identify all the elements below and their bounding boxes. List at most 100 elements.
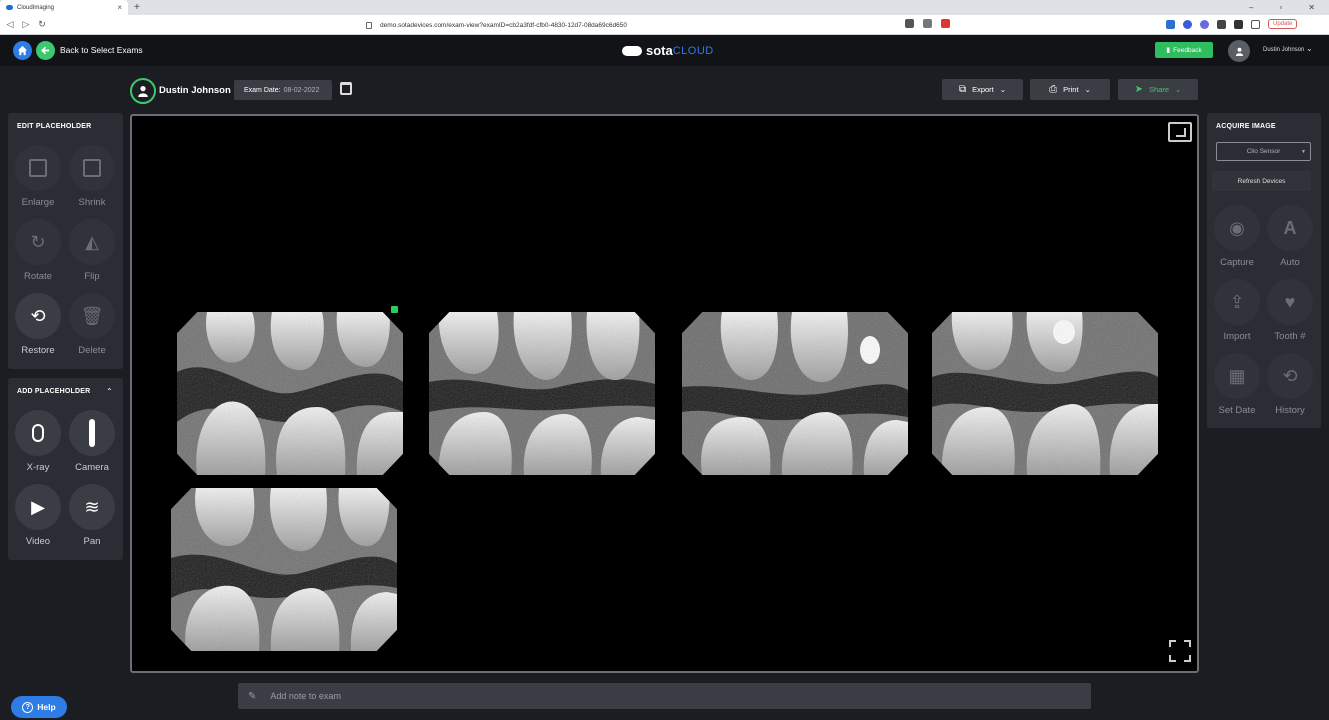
feedback-button[interactable]: ▮ Feedback xyxy=(1155,42,1213,58)
caret-down-icon: ▼ xyxy=(1301,148,1306,155)
import-icon: ⇪ xyxy=(1229,291,1245,312)
xray-button[interactable]: X-ray xyxy=(13,410,63,473)
shrink-button[interactable]: Shrink xyxy=(67,145,117,208)
exam-date-value: 08-02-2022 xyxy=(283,86,320,94)
shrink-label: Shrink xyxy=(78,197,106,208)
chevron-down-icon[interactable]: ⌄ xyxy=(1306,44,1313,53)
restore-button[interactable]: ⟲ Restore xyxy=(13,293,63,356)
app-header: Back to Select Exams sota CLOUD ▮ Feedba… xyxy=(0,35,1329,66)
history-button[interactable]: ⟲ History xyxy=(1265,353,1315,416)
url-text: demo.sotadevices.com/exam-view?examID=cb… xyxy=(380,21,627,29)
browser-back-icon[interactable]: ◁ xyxy=(2,19,18,30)
puzzle-icon[interactable] xyxy=(1234,19,1243,29)
delete-button[interactable]: 🗑 Delete xyxy=(67,293,117,356)
pan-label: Pan xyxy=(83,536,101,547)
auto-icon: A xyxy=(1283,217,1297,238)
tab-close-icon[interactable]: × xyxy=(117,3,122,12)
rotate-label: Rotate xyxy=(24,271,52,282)
new-tab-icon[interactable]: + xyxy=(134,2,140,13)
history-icon: ⟲ xyxy=(1282,365,1298,386)
patient-avatar xyxy=(130,78,156,104)
video-button[interactable]: ▶ Video xyxy=(13,484,63,547)
xray-image-2[interactable] xyxy=(429,312,655,475)
import-button[interactable]: ⇪ Import xyxy=(1212,279,1262,342)
share-label: Share xyxy=(1149,85,1170,94)
rotate-button[interactable]: ↻ Rotate xyxy=(13,219,63,282)
window-close-icon[interactable]: ✕ xyxy=(1308,3,1315,12)
minimize-icon[interactable]: – xyxy=(1249,3,1253,12)
send-icon: ➤ xyxy=(1134,84,1144,95)
question-icon: ? xyxy=(22,701,34,713)
xray-image-3[interactable] xyxy=(682,312,908,475)
xray-image-4[interactable] xyxy=(932,312,1158,475)
export-button[interactable]: ⧉ Export ⌄ xyxy=(942,79,1023,100)
selected-indicator xyxy=(391,306,398,313)
browser-address-bar: ◁ ▷ ↻ demo.sotadevices.com/exam-view?exa… xyxy=(0,15,1329,35)
xray-image-5[interactable] xyxy=(171,488,397,651)
fit-to-screen-icon[interactable] xyxy=(1168,122,1192,142)
add-placeholder-panel: ADD PLACEHOLDER ⌃ X-ray Camera ▶ Video ≋… xyxy=(8,378,123,560)
flip-label: Flip xyxy=(84,271,100,282)
exam-date-label: Exam Date: xyxy=(244,86,281,94)
brave-shield-icon[interactable] xyxy=(923,19,932,28)
exam-note-placeholder: Add note to exam xyxy=(270,691,341,701)
calendar-icon: ▦ xyxy=(1228,365,1246,386)
camera-button[interactable]: Camera xyxy=(67,410,117,473)
chevron-down-icon: ⌄ xyxy=(1084,85,1091,94)
calendar-icon[interactable] xyxy=(340,82,352,95)
back-button[interactable] xyxy=(36,41,55,60)
tooth-number-label: Tooth # xyxy=(1274,331,1306,342)
auto-label: Auto xyxy=(1280,257,1300,268)
capture-button[interactable]: ◉ Capture xyxy=(1212,205,1262,268)
patient-name: Dustin Johnson xyxy=(159,85,231,96)
tooth-number-button[interactable]: ♥ Tooth # xyxy=(1265,279,1315,342)
add-panel-title: ADD PLACEHOLDER xyxy=(17,388,91,395)
reload-icon[interactable]: ↻ xyxy=(34,19,50,30)
enlarge-icon xyxy=(29,159,47,177)
xray-sensor-icon xyxy=(32,424,44,442)
enlarge-label: Enlarge xyxy=(21,197,55,208)
logo-sub-text: CLOUD xyxy=(672,44,714,57)
xray-image-1[interactable] xyxy=(177,312,403,475)
user-avatar[interactable] xyxy=(1228,40,1250,62)
history-label: History xyxy=(1275,405,1305,416)
fullscreen-icon[interactable] xyxy=(1169,640,1191,662)
extension-icon[interactable] xyxy=(1200,19,1209,29)
tab-title: CloudImaging xyxy=(17,4,55,11)
export-label: Export xyxy=(972,85,994,94)
user-name[interactable]: Dustin Johnson xyxy=(1263,47,1304,53)
back-to-exams-link[interactable]: Back to Select Exams xyxy=(60,45,143,55)
brave-rewards-icon[interactable] xyxy=(941,19,950,28)
enlarge-button[interactable]: Enlarge xyxy=(13,145,63,208)
url-field[interactable]: demo.sotadevices.com/exam-view?examID=cb… xyxy=(366,18,966,32)
chevron-up-icon[interactable]: ⌃ xyxy=(106,387,113,396)
extension-icon[interactable] xyxy=(1183,19,1192,29)
print-label: Print xyxy=(1063,85,1079,94)
pencil-icon: ✎ xyxy=(248,690,257,702)
refresh-devices-button[interactable]: Refresh Devices xyxy=(1212,171,1311,191)
user-icon xyxy=(1235,47,1243,56)
set-date-button[interactable]: ▦ Set Date xyxy=(1212,353,1262,416)
auto-button[interactable]: A Auto xyxy=(1265,205,1315,268)
pan-button[interactable]: ≋ Pan xyxy=(67,484,117,547)
exam-note-input[interactable]: ✎ Add note to exam xyxy=(238,683,1091,709)
device-select-value: Clio Sensor xyxy=(1246,148,1281,155)
flip-button[interactable]: ◭ Flip xyxy=(67,219,117,282)
camera-label: Camera xyxy=(75,462,109,473)
exam-date-field[interactable]: Exam Date: 08-02-2022 xyxy=(234,80,332,100)
update-button[interactable]: Update xyxy=(1268,19,1298,29)
maximize-icon[interactable]: ▫ xyxy=(1279,3,1282,12)
sidebar-icon[interactable] xyxy=(1251,19,1260,29)
cast-icon[interactable] xyxy=(905,19,914,28)
browser-tab[interactable]: CloudImaging × xyxy=(0,0,128,15)
print-button[interactable]: ⎙ Print ⌄ xyxy=(1030,79,1110,100)
browser-tabbar: CloudImaging × + – ▫ ✕ xyxy=(0,0,1329,15)
browser-forward-icon[interactable]: ▷ xyxy=(18,19,34,30)
share-button[interactable]: ➤ Share ⌄ xyxy=(1118,79,1198,100)
device-select[interactable]: Clio Sensor ▼ xyxy=(1216,142,1311,161)
help-button[interactable]: ? Help xyxy=(11,696,67,718)
camera-icon: ◉ xyxy=(1229,217,1245,238)
home-button[interactable] xyxy=(13,41,32,60)
extension-icon[interactable] xyxy=(1166,19,1175,29)
extension-icon[interactable] xyxy=(1217,19,1226,29)
